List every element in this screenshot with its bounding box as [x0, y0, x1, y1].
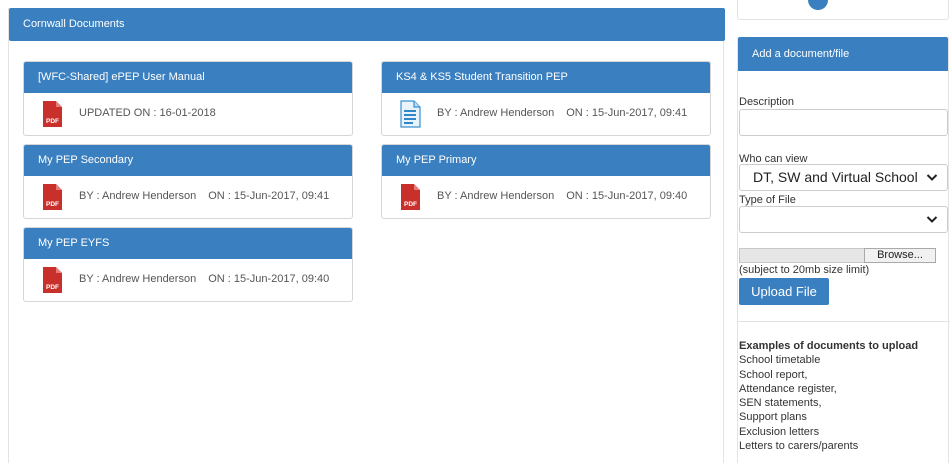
document-card[interactable]: [WFC-Shared] ePEP User Manual PDF UPDATE… — [23, 61, 353, 136]
document-card[interactable]: My PEP EYFS PDF BY : Andrew Henderson ON … — [23, 227, 353, 302]
document-updated: UPDATED ON : 16-01-2018 — [79, 107, 216, 119]
document-author: BY : Andrew Henderson — [437, 190, 555, 202]
pdf-icon[interactable]: PDF — [40, 266, 64, 294]
example-item: Exclusion letters — [739, 425, 820, 438]
pdf-icon[interactable]: PDF — [398, 183, 422, 211]
example-item: Support plans — [739, 411, 807, 424]
document-title[interactable]: KS4 & KS5 Student Transition PEP — [382, 62, 710, 93]
document-card[interactable]: My PEP Primary PDF BY : Andrew Henderson… — [381, 144, 711, 219]
who-can-view-select[interactable]: DT, SW and Virtual School — [739, 164, 948, 191]
previous-widget-fragment — [737, 0, 949, 20]
document-date: ON : 15-Jun-2017, 09:40 — [566, 190, 688, 202]
pdf-icon[interactable]: PDF — [40, 183, 64, 211]
document-date: ON : 15-Jun-2017, 09:40 — [208, 273, 330, 285]
file-picker[interactable]: Browse... — [739, 248, 936, 263]
add-document-header: Add a document/file — [738, 37, 948, 71]
size-limit-note: (subject to 20mb size limit) — [739, 264, 870, 276]
example-item: Letters to carers/parents — [739, 440, 859, 453]
doc-icon[interactable] — [398, 100, 422, 128]
document-date: ON : 15-Jun-2017, 09:41 — [566, 107, 688, 119]
add-document-panel: Add a document/file Description Who can … — [737, 37, 950, 463]
documents-panel-header: Cornwall Documents — [9, 8, 725, 41]
document-title[interactable]: [WFC-Shared] ePEP User Manual — [24, 62, 352, 93]
chevron-down-icon — [926, 216, 938, 223]
chevron-down-icon — [926, 174, 938, 181]
svg-text:PDF: PDF — [404, 201, 417, 208]
svg-text:PDF: PDF — [46, 284, 59, 291]
document-author: BY : Andrew Henderson — [79, 273, 197, 285]
document-card[interactable]: KS4 & KS5 Student Transition PEP BY : An… — [381, 61, 711, 136]
document-title[interactable]: My PEP Primary — [382, 145, 710, 176]
description-label: Description — [739, 96, 795, 108]
upload-file-button[interactable]: Upload File — [739, 278, 829, 305]
description-input[interactable] — [739, 109, 948, 136]
document-title[interactable]: My PEP Secondary — [24, 145, 352, 176]
documents-panel: Cornwall Documents [WFC-Shared] ePEP Use… — [8, 8, 725, 463]
example-item: SEN statements, — [739, 397, 822, 410]
document-author: BY : Andrew Henderson — [437, 107, 555, 119]
document-date: ON : 15-Jun-2017, 09:41 — [208, 190, 330, 202]
browse-button[interactable]: Browse... — [864, 248, 936, 263]
document-card[interactable]: My PEP Secondary PDF BY : Andrew Henders… — [23, 144, 353, 219]
example-item: Attendance register, — [739, 382, 837, 395]
example-item: School timetable — [739, 354, 821, 367]
document-author: BY : Andrew Henderson — [79, 190, 197, 202]
document-title[interactable]: My PEP EYFS — [24, 228, 352, 259]
examples-list: Examples of documents to upload School t… — [739, 339, 918, 453]
who-can-view-value: DT, SW and Virtual School — [753, 169, 918, 185]
pdf-icon[interactable]: PDF — [40, 100, 64, 128]
divider — [738, 321, 950, 322]
example-item: School report, — [739, 368, 808, 381]
svg-text:PDF: PDF — [46, 201, 59, 208]
circle-icon — [808, 0, 828, 10]
type-of-file-select[interactable] — [739, 206, 948, 233]
examples-title: Examples of documents to upload — [739, 340, 919, 352]
svg-text:PDF: PDF — [46, 118, 59, 125]
type-of-file-label: Type of File — [739, 194, 796, 206]
